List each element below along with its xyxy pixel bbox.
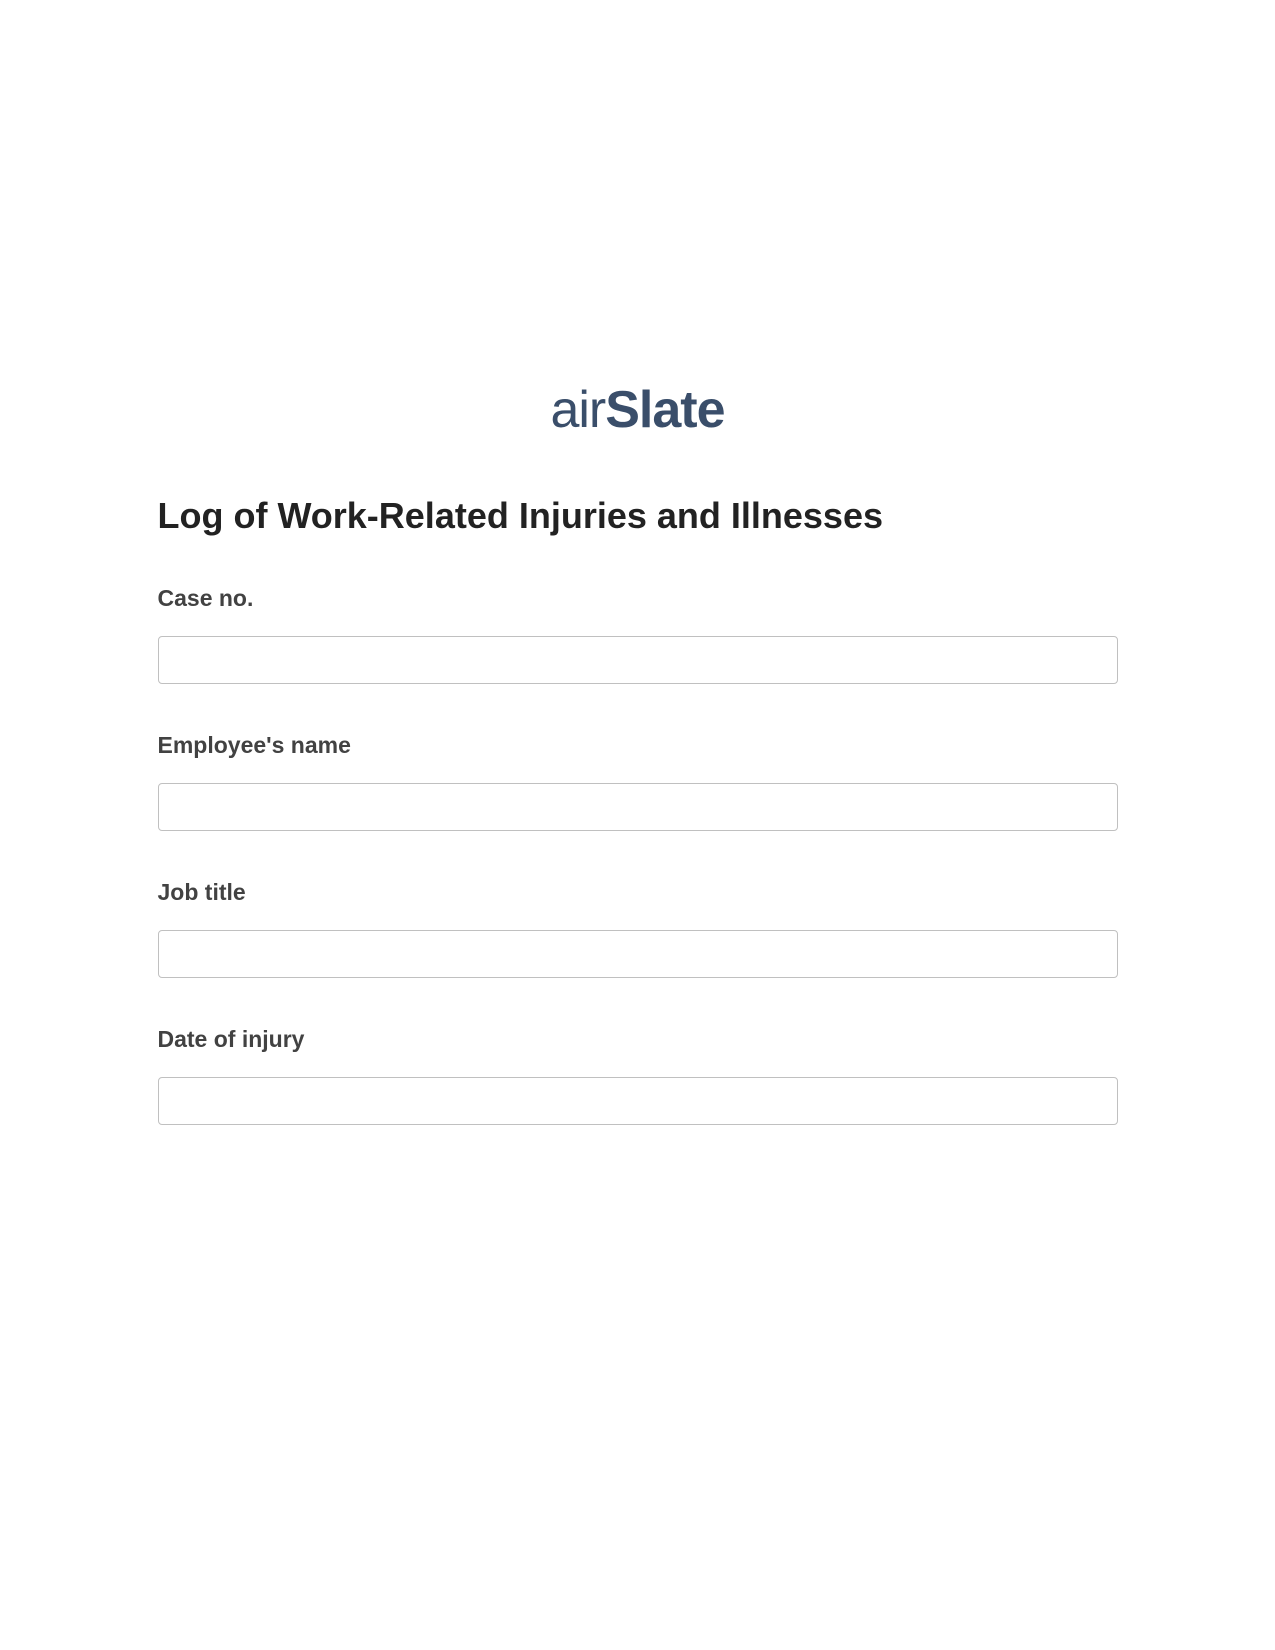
field-date-of-injury: Date of injury (158, 1026, 1118, 1125)
logo: airSlate (158, 380, 1118, 440)
label-job-title: Job title (158, 879, 1118, 906)
input-employee-name[interactable] (158, 783, 1118, 831)
logo-prefix: air (550, 381, 605, 439)
logo-text: airSlate (550, 381, 724, 439)
form-container: airSlate Log of Work-Related Injuries an… (158, 0, 1118, 1125)
label-date-of-injury: Date of injury (158, 1026, 1118, 1053)
logo-suffix: Slate (605, 381, 724, 439)
input-job-title[interactable] (158, 930, 1118, 978)
label-employee-name: Employee's name (158, 732, 1118, 759)
input-case-no[interactable] (158, 636, 1118, 684)
label-case-no: Case no. (158, 585, 1118, 612)
field-case-no: Case no. (158, 585, 1118, 684)
input-date-of-injury[interactable] (158, 1077, 1118, 1125)
field-job-title: Job title (158, 879, 1118, 978)
form-title: Log of Work-Related Injuries and Illness… (158, 495, 1118, 537)
field-employee-name: Employee's name (158, 732, 1118, 831)
